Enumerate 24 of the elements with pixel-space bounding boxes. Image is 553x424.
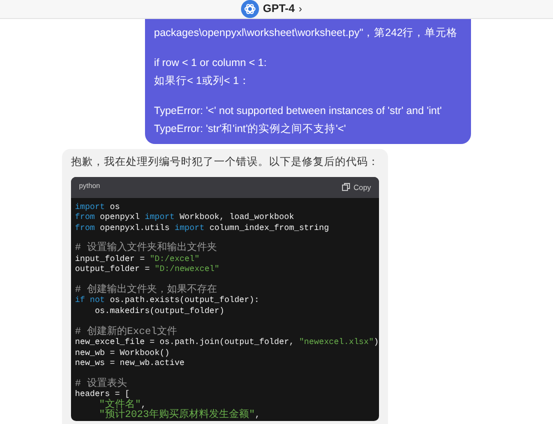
code-line: new_ws = new_wb.active	[75, 358, 186, 370]
message-text: TypeError: 'str'和'int'的实例之间不支持'<'	[154, 122, 347, 137]
code-line: new_wb = Workbook()	[75, 348, 171, 359]
code-line: # 创建输出文件夹，如果不存在	[75, 286, 218, 296]
code-line: input_folder = "D:/excel"	[75, 254, 200, 265]
code-line: "预计2023年购买原材料发生金额",	[98, 411, 261, 422]
message-text: TypeError: '<' not supported between instances of 'str' and 'int'	[154, 104, 443, 119]
code-line: output_folder = "D:/newexcel"	[75, 265, 220, 276]
code-line: headers = [	[75, 390, 130, 400]
model-selector[interactable]: GPT-4 ›	[262, 0, 302, 18]
message-text: if row < 1 or column < 1:	[154, 56, 268, 71]
code-line: # 设置表头	[75, 380, 128, 390]
code-line: # 设置输入文件夹和输出文件夹	[75, 244, 218, 255]
code-line: new_excel_file = os.path.join(output_folder, "newexcel.xlsx")	[75, 338, 375, 349]
message-text: 如果行< 1或列< 1：	[154, 74, 251, 89]
code-line: if not os.path.exists(output_folder):	[75, 296, 260, 307]
code-line: from openpyxl import Workbook, load_workbook	[75, 213, 296, 224]
code-line: import os	[75, 202, 121, 213]
code-line: # 创建新的Excel文件	[75, 328, 178, 338]
message-text: packages\openpyxl\worksheet\worksheet.py"，第242行，单元格	[154, 26, 459, 41]
copy-icon	[342, 183, 350, 192]
message-text: 抱歉，我在处理列编号时犯了一个错误。以下是修复后的代码：	[71, 155, 379, 170]
code-line: os.makedirs(output_folder)	[94, 306, 226, 318]
code-line: from openpyxl.utils import column_index_from_string	[75, 224, 330, 234]
